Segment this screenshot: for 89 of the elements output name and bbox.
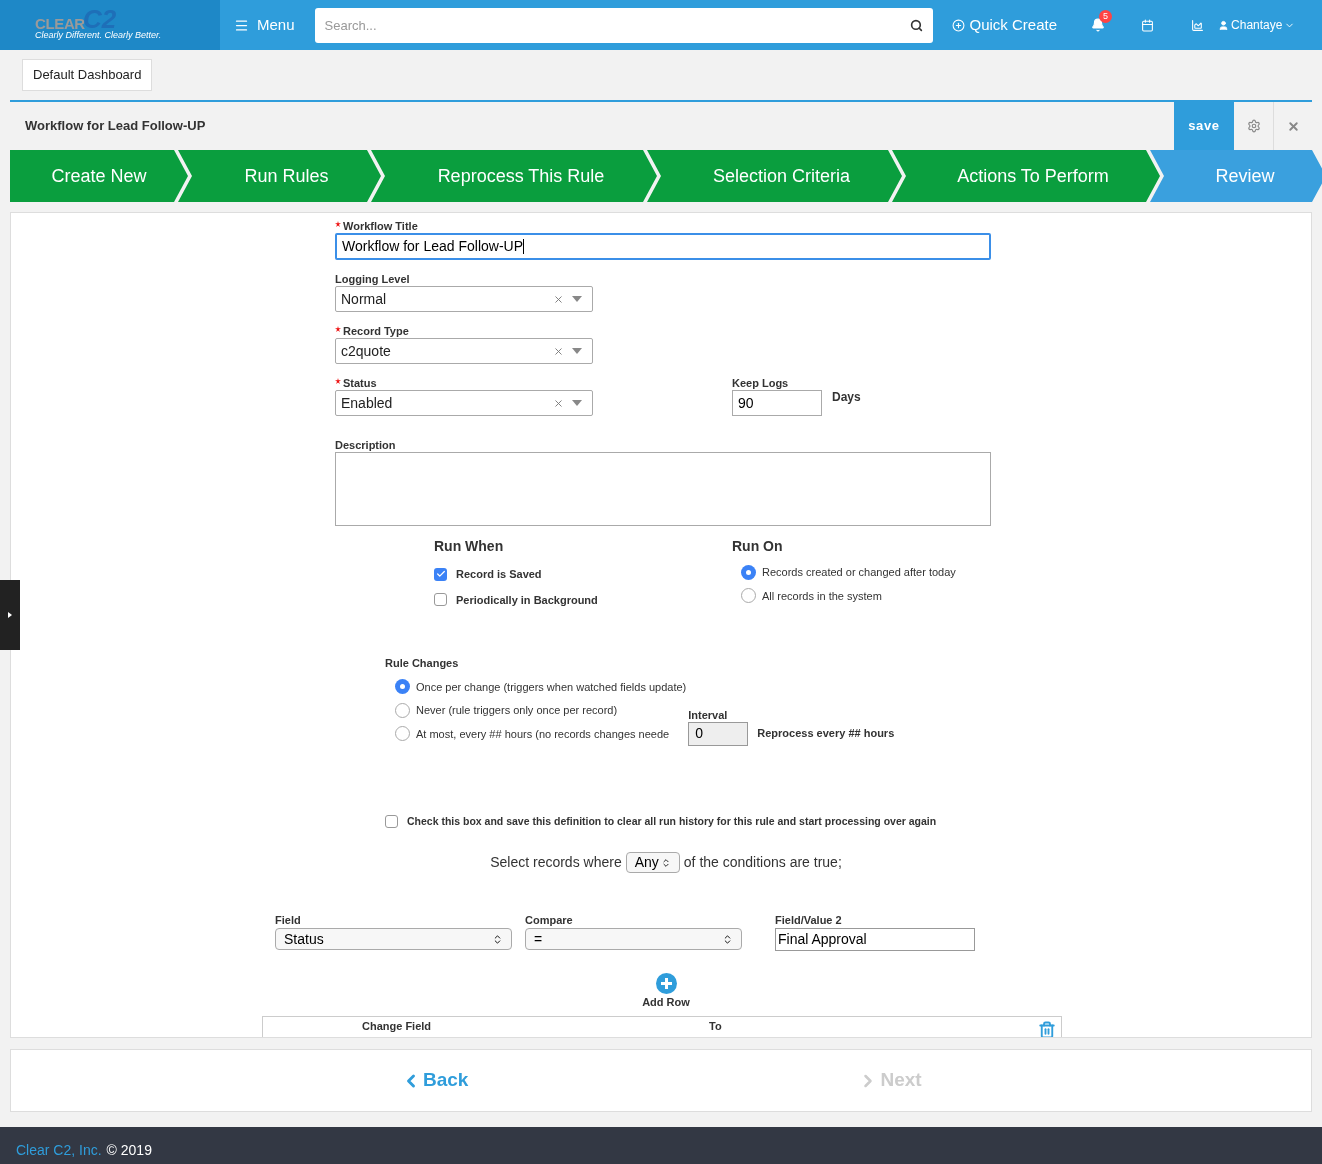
- company-link[interactable]: Clear C2, Inc.: [16, 1140, 102, 1161]
- add-row-button[interactable]: Add Row: [642, 997, 690, 1009]
- title-field[interactable]: Workflow for Lead Follow-UP: [335, 233, 991, 260]
- required-mark-icon: [335, 326, 341, 332]
- wizard-step[interactable]: Create New: [10, 150, 188, 202]
- option-label: Once per change (triggers when watched fields update): [416, 679, 687, 695]
- radio-button[interactable]: [741, 588, 756, 604]
- wizard-step[interactable]: Selection Criteria: [647, 150, 902, 202]
- option-label: Never (rule triggers only once per record): [416, 703, 618, 718]
- checkbox[interactable]: [385, 814, 398, 828]
- radio-button[interactable]: [395, 702, 410, 718]
- save-button[interactable]: save: [1174, 102, 1234, 150]
- select-field[interactable]: =: [525, 928, 742, 951]
- checkbox[interactable]: [434, 593, 447, 607]
- user-menu[interactable]: Chantaye: [1218, 16, 1296, 34]
- required-mark-icon: [335, 221, 341, 227]
- select-field[interactable]: c2quote: [335, 338, 593, 364]
- menu-icon: [234, 17, 249, 33]
- search-icon: [909, 18, 923, 32]
- select-field[interactable]: Enabled: [335, 390, 593, 416]
- notification-badge: 5: [1099, 10, 1113, 23]
- select-field[interactable]: Normal: [335, 286, 593, 312]
- field-label: Keep Logs: [732, 378, 789, 389]
- column-header: To: [709, 1019, 722, 1035]
- value-field[interactable]: Final Approval: [775, 928, 975, 952]
- updown-icon: [660, 857, 671, 868]
- calendar-icon[interactable]: [1141, 18, 1155, 32]
- wizard-step[interactable]: Run Rules: [178, 150, 381, 202]
- section-heading: Run When: [434, 537, 505, 556]
- radio-button[interactable]: [395, 726, 410, 742]
- user-icon: [1218, 19, 1230, 31]
- trash-icon[interactable]: [1038, 1021, 1056, 1037]
- select-field[interactable]: Status: [275, 928, 512, 951]
- updown-icon: [722, 933, 733, 945]
- wizard-step[interactable]: Reprocess This Rule: [371, 150, 657, 202]
- option-label: Record is Saved: [456, 567, 542, 582]
- column-label: Compare: [525, 915, 574, 927]
- field-label: Status: [343, 378, 377, 389]
- section-heading: Rule Changes: [385, 656, 460, 671]
- field-label: Record Type: [343, 326, 409, 337]
- radio-button[interactable]: [741, 564, 756, 580]
- quick-create-button[interactable]: Quick Create: [951, 13, 1058, 37]
- reset-history-label: Check this box and save this definition to clear all run history for this rule and start processing over again: [407, 813, 937, 829]
- section-heading: Run On: [732, 537, 784, 556]
- interval-field[interactable]: 0: [688, 721, 749, 746]
- required-mark-icon: [335, 378, 341, 384]
- field-label: Logging Level: [335, 274, 410, 285]
- interval-hint: Reprocess every ## hours: [757, 725, 895, 741]
- plus-circle-icon: [951, 18, 965, 32]
- caret-icon: [572, 348, 582, 354]
- add-icon[interactable]: [655, 973, 677, 995]
- caret-icon: [572, 296, 582, 302]
- clear-icon[interactable]: [553, 397, 564, 409]
- copyright-text: © 2019: [106, 1141, 152, 1160]
- caret-icon: [572, 400, 582, 406]
- column-label: Field/Value 2: [775, 915, 843, 927]
- settings-icon: [1246, 119, 1261, 133]
- field-label: Interval: [688, 709, 729, 721]
- clear-icon[interactable]: [553, 293, 564, 305]
- close-icon: [1286, 119, 1300, 133]
- option-label: Records created or changed after today: [762, 565, 956, 580]
- dashboard-button[interactable]: Default Dashboard: [22, 59, 153, 91]
- column-label: Field: [275, 915, 302, 927]
- workflow-title: Workflow for Lead Follow-UP: [25, 117, 207, 136]
- side-panel-handle[interactable]: [0, 580, 20, 650]
- description-field[interactable]: [335, 452, 991, 526]
- area-chart-icon[interactable]: [1191, 18, 1205, 32]
- condition-text: Select records where: [490, 853, 622, 873]
- updown-icon: [492, 933, 503, 945]
- caret-icon: [8, 612, 12, 618]
- checkbox[interactable]: [434, 567, 447, 581]
- menu-button[interactable]: Menu: [234, 13, 295, 37]
- option-label: Periodically in Background: [456, 592, 598, 608]
- field-label: Workflow Title: [343, 221, 418, 232]
- keep-logs-field[interactable]: 90: [732, 390, 822, 416]
- field-label: Description: [335, 440, 396, 451]
- back-button[interactable]: Back: [401, 1066, 469, 1095]
- wizard-step[interactable]: Actions To Perform: [892, 150, 1160, 202]
- wizard-step[interactable]: Review: [1150, 150, 1322, 202]
- search-field[interactable]: Search...: [314, 7, 933, 43]
- match-select[interactable]: Any: [625, 852, 680, 874]
- radio-button[interactable]: [395, 679, 410, 695]
- option-label: All records in the system: [762, 588, 882, 604]
- condition-text: of the conditions are true;: [683, 853, 842, 873]
- bell-icon[interactable]: [1091, 18, 1106, 32]
- clear-icon[interactable]: [553, 345, 564, 357]
- column-header: Change Field: [362, 1019, 432, 1035]
- unit-label: Days: [832, 389, 861, 406]
- option-label: At most, every ## hours (no records changes neede: [416, 726, 670, 742]
